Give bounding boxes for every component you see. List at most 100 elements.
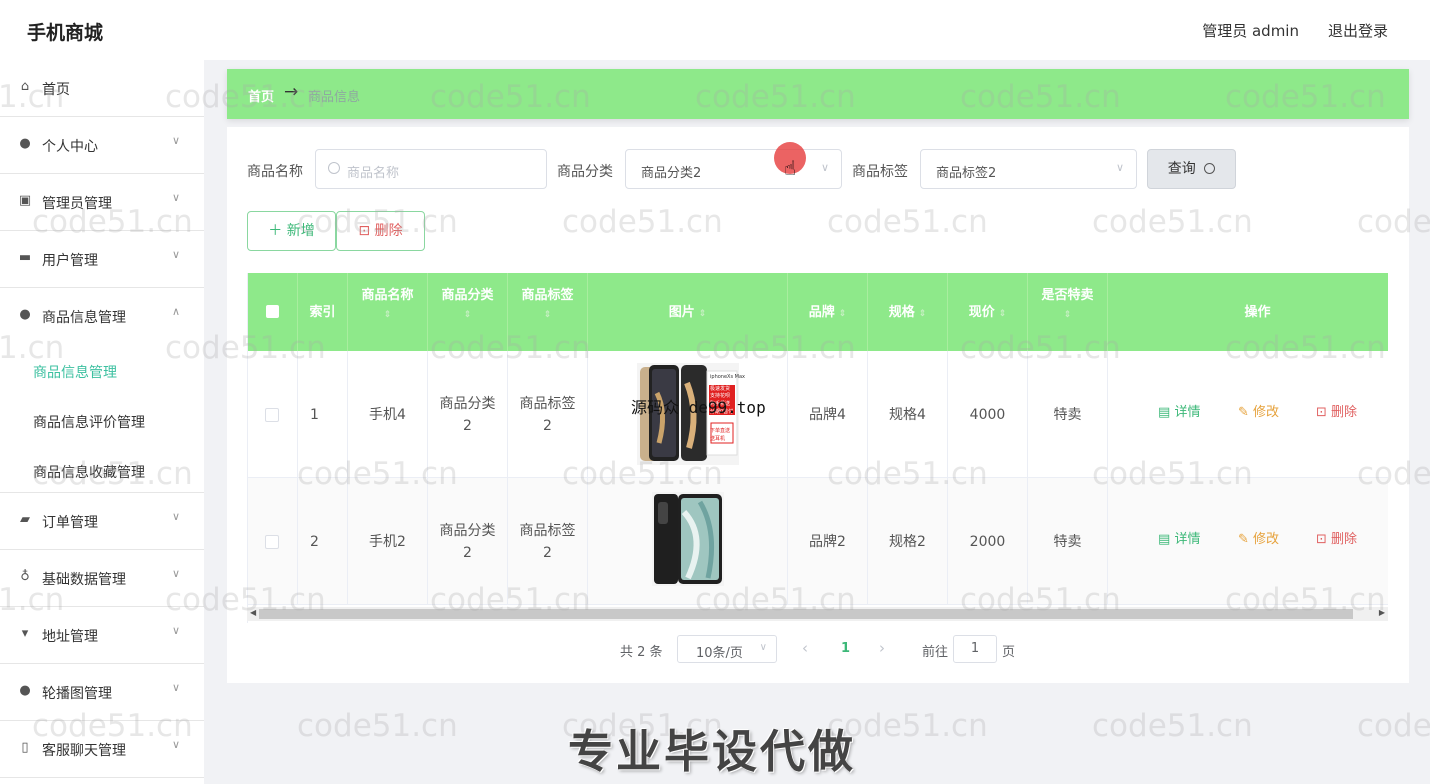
sort-icon[interactable]: ⇕ — [544, 310, 552, 320]
sidebar-item-products[interactable]: ● 商品信息管理 ∧ 商品信息管理 商品信息评价管理 商品信息收藏管理 — [0, 288, 204, 493]
row-special-value: 特卖 — [1053, 406, 1082, 423]
prev-page-icon[interactable]: ‹ — [802, 639, 808, 667]
sort-icon[interactable]: ⇕ — [699, 309, 707, 319]
scroll-left-icon[interactable]: ◀ — [250, 608, 256, 617]
delete-button[interactable]: ⊡ 删除 — [1316, 401, 1357, 420]
row-spec-value: 规格2 — [889, 533, 926, 550]
document-icon: ▤ — [1158, 532, 1171, 547]
edit-button[interactable]: ✎ 修改 — [1238, 528, 1279, 547]
query-button[interactable]: 查询 — [1147, 149, 1236, 189]
search-input[interactable]: 商品名称 — [315, 149, 547, 189]
row-tag: 商品标签 2 — [508, 478, 588, 605]
breadcrumb-home[interactable]: 首页 — [248, 86, 274, 105]
sort-icon[interactable]: ⇕ — [919, 309, 927, 319]
row-brand-value: 品牌2 — [809, 533, 846, 550]
add-button[interactable]: ＋ 新增 — [247, 211, 336, 251]
header-tag-label: 商品标签 — [521, 288, 574, 303]
header-image[interactable]: 图片 ⇕ — [588, 273, 788, 351]
sidebar-item-orders[interactable]: ▰ 订单管理 ∨ — [0, 493, 204, 550]
scroll-right-icon[interactable]: ▶ — [1379, 608, 1385, 617]
row-brand: 品牌2 — [788, 478, 868, 605]
phone-box-line: 极速发货 — [710, 386, 731, 392]
sort-icon[interactable]: ⇕ — [999, 309, 1007, 319]
delete-button[interactable]: ⊡ 删除 — [1316, 528, 1357, 547]
product-table: 索引 商品名称 ⇕ 商品分类 ⇕ 商品标签 ⇕ 图片 ⇕ 品牌 ⇕ 规格 ⇕ 现… — [247, 273, 1388, 623]
home-icon: ⌂ — [20, 79, 30, 94]
trash-icon: ⊡ — [1316, 405, 1327, 420]
watermark: code51.cn — [1092, 708, 1253, 744]
row-tag-suffix: 2 — [543, 544, 552, 561]
header-price-label: 现价 — [968, 305, 995, 320]
header-index[interactable]: 索引 — [298, 273, 348, 351]
delete-label: 删除 — [1331, 532, 1358, 547]
page-size-select[interactable]: 10条/页 ∨ — [677, 635, 777, 663]
sort-icon[interactable]: ⇕ — [839, 309, 847, 319]
sidebar-subitem-product-favorites[interactable]: 商品信息收藏管理 — [0, 445, 204, 495]
chevron-down-icon: ∨ — [171, 567, 180, 580]
detail-button[interactable]: ▤ 详情 — [1158, 528, 1200, 547]
sidebar-subitem-product-info[interactable]: 商品信息管理 — [0, 345, 204, 395]
chevron-down-icon: ∨ — [171, 134, 180, 147]
header-price[interactable]: 现价 ⇕ — [948, 273, 1028, 351]
header-select-all — [248, 273, 298, 351]
row-tag-value: 商品标签 — [519, 522, 576, 539]
sidebar-item-profile[interactable]: ● 个人中心 ∨ — [0, 117, 204, 174]
category-select[interactable]: 商品分类2 ∨ — [625, 149, 842, 189]
detail-button[interactable]: ▤ 详情 — [1158, 401, 1200, 420]
row-checkbox[interactable] — [265, 535, 279, 549]
edit-button[interactable]: ✎ 修改 — [1238, 401, 1279, 420]
row-special: 特卖 — [1028, 478, 1108, 605]
phone-box-line: 下单直送 — [710, 428, 731, 434]
table-horizontal-scrollbar[interactable]: ◀ ▶ — [247, 607, 1388, 621]
header-tag[interactable]: 商品标签 ⇕ — [508, 273, 588, 351]
sidebar-subitem-label: 商品信息收藏管理 — [33, 465, 145, 481]
sidebar-item-label: 商品信息管理 — [42, 310, 126, 326]
logout-link[interactable]: 退出登录 — [1328, 20, 1388, 41]
row-price-value: 4000 — [969, 406, 1006, 423]
current-page[interactable]: 1 — [841, 641, 850, 669]
header-spec[interactable]: 规格 ⇕ — [868, 273, 948, 351]
sidebar-item-users[interactable]: ▬ 用户管理 ∨ — [0, 231, 204, 288]
scrollbar-thumb[interactable] — [259, 609, 1353, 619]
row-index: 2 — [298, 478, 348, 605]
trash-icon: ⊡ — [1316, 532, 1327, 547]
sidebar-item-home[interactable]: ⌂ 首页 — [0, 60, 204, 117]
sidebar-item-label: 订单管理 — [42, 515, 98, 531]
current-user: 管理员 admin — [1202, 22, 1299, 40]
sort-icon[interactable]: ⇕ — [1064, 310, 1072, 320]
goto-label: 前往 — [922, 645, 949, 660]
bulk-delete-button[interactable]: ⊡ 删除 — [336, 211, 425, 251]
product-image[interactable] — [652, 492, 724, 586]
sidebar-subitem-product-reviews[interactable]: 商品信息评价管理 — [0, 395, 204, 445]
row-category-value: 商品分类 — [439, 395, 496, 412]
sort-icon[interactable]: ⇕ — [384, 310, 392, 320]
plus-icon: ＋ — [268, 223, 283, 239]
sort-icon[interactable]: ⇕ — [464, 310, 472, 320]
header-brand[interactable]: 品牌 ⇕ — [788, 273, 868, 351]
row-price: 4000 — [948, 351, 1028, 478]
header-category[interactable]: 商品分类 ⇕ — [428, 273, 508, 351]
row-checkbox[interactable] — [265, 408, 279, 422]
goto-page-input[interactable]: 1 — [953, 635, 997, 663]
sidebar-item-chat[interactable]: ▯ 客服聊天管理 ∨ — [0, 721, 204, 778]
row-select-cell — [248, 478, 298, 605]
header-name[interactable]: 商品名称 ⇕ — [348, 273, 428, 351]
chevron-down-icon: ∨ — [171, 738, 180, 751]
filter-tag-label: 商品标签 — [852, 164, 908, 180]
row-index: 1 — [298, 351, 348, 478]
phone-box-line: iphoneXs Max — [710, 374, 745, 380]
sidebar-item-admins[interactable]: ▣ 管理员管理 ∨ — [0, 174, 204, 231]
sidebar-item-address[interactable]: ▾ 地址管理 ∨ — [0, 607, 204, 664]
sidebar-item-label: 首页 — [42, 82, 70, 98]
sidebar: ⌂ 首页 ● 个人中心 ∨ ▣ 管理员管理 ∨ ▬ 用户管理 ∨ ● 商品信息管… — [0, 60, 204, 784]
pencil-icon: ✎ — [1238, 405, 1249, 420]
sidebar-item-base-data[interactable]: ♁ 基础数据管理 ∨ — [0, 550, 204, 607]
sidebar-item-carousel[interactable]: ● 轮播图管理 ∨ — [0, 664, 204, 721]
tag-select[interactable]: 商品标签2 ∨ — [920, 149, 1137, 189]
header-special[interactable]: 是否特卖 ⇕ — [1028, 273, 1108, 351]
select-all-checkbox[interactable] — [266, 305, 279, 318]
next-page-icon[interactable]: › — [879, 639, 885, 667]
signpost-icon: ▾ — [21, 626, 29, 641]
breadcrumb: 首页 → 商品信息 — [227, 69, 1409, 119]
row-index-value: 2 — [310, 533, 319, 550]
